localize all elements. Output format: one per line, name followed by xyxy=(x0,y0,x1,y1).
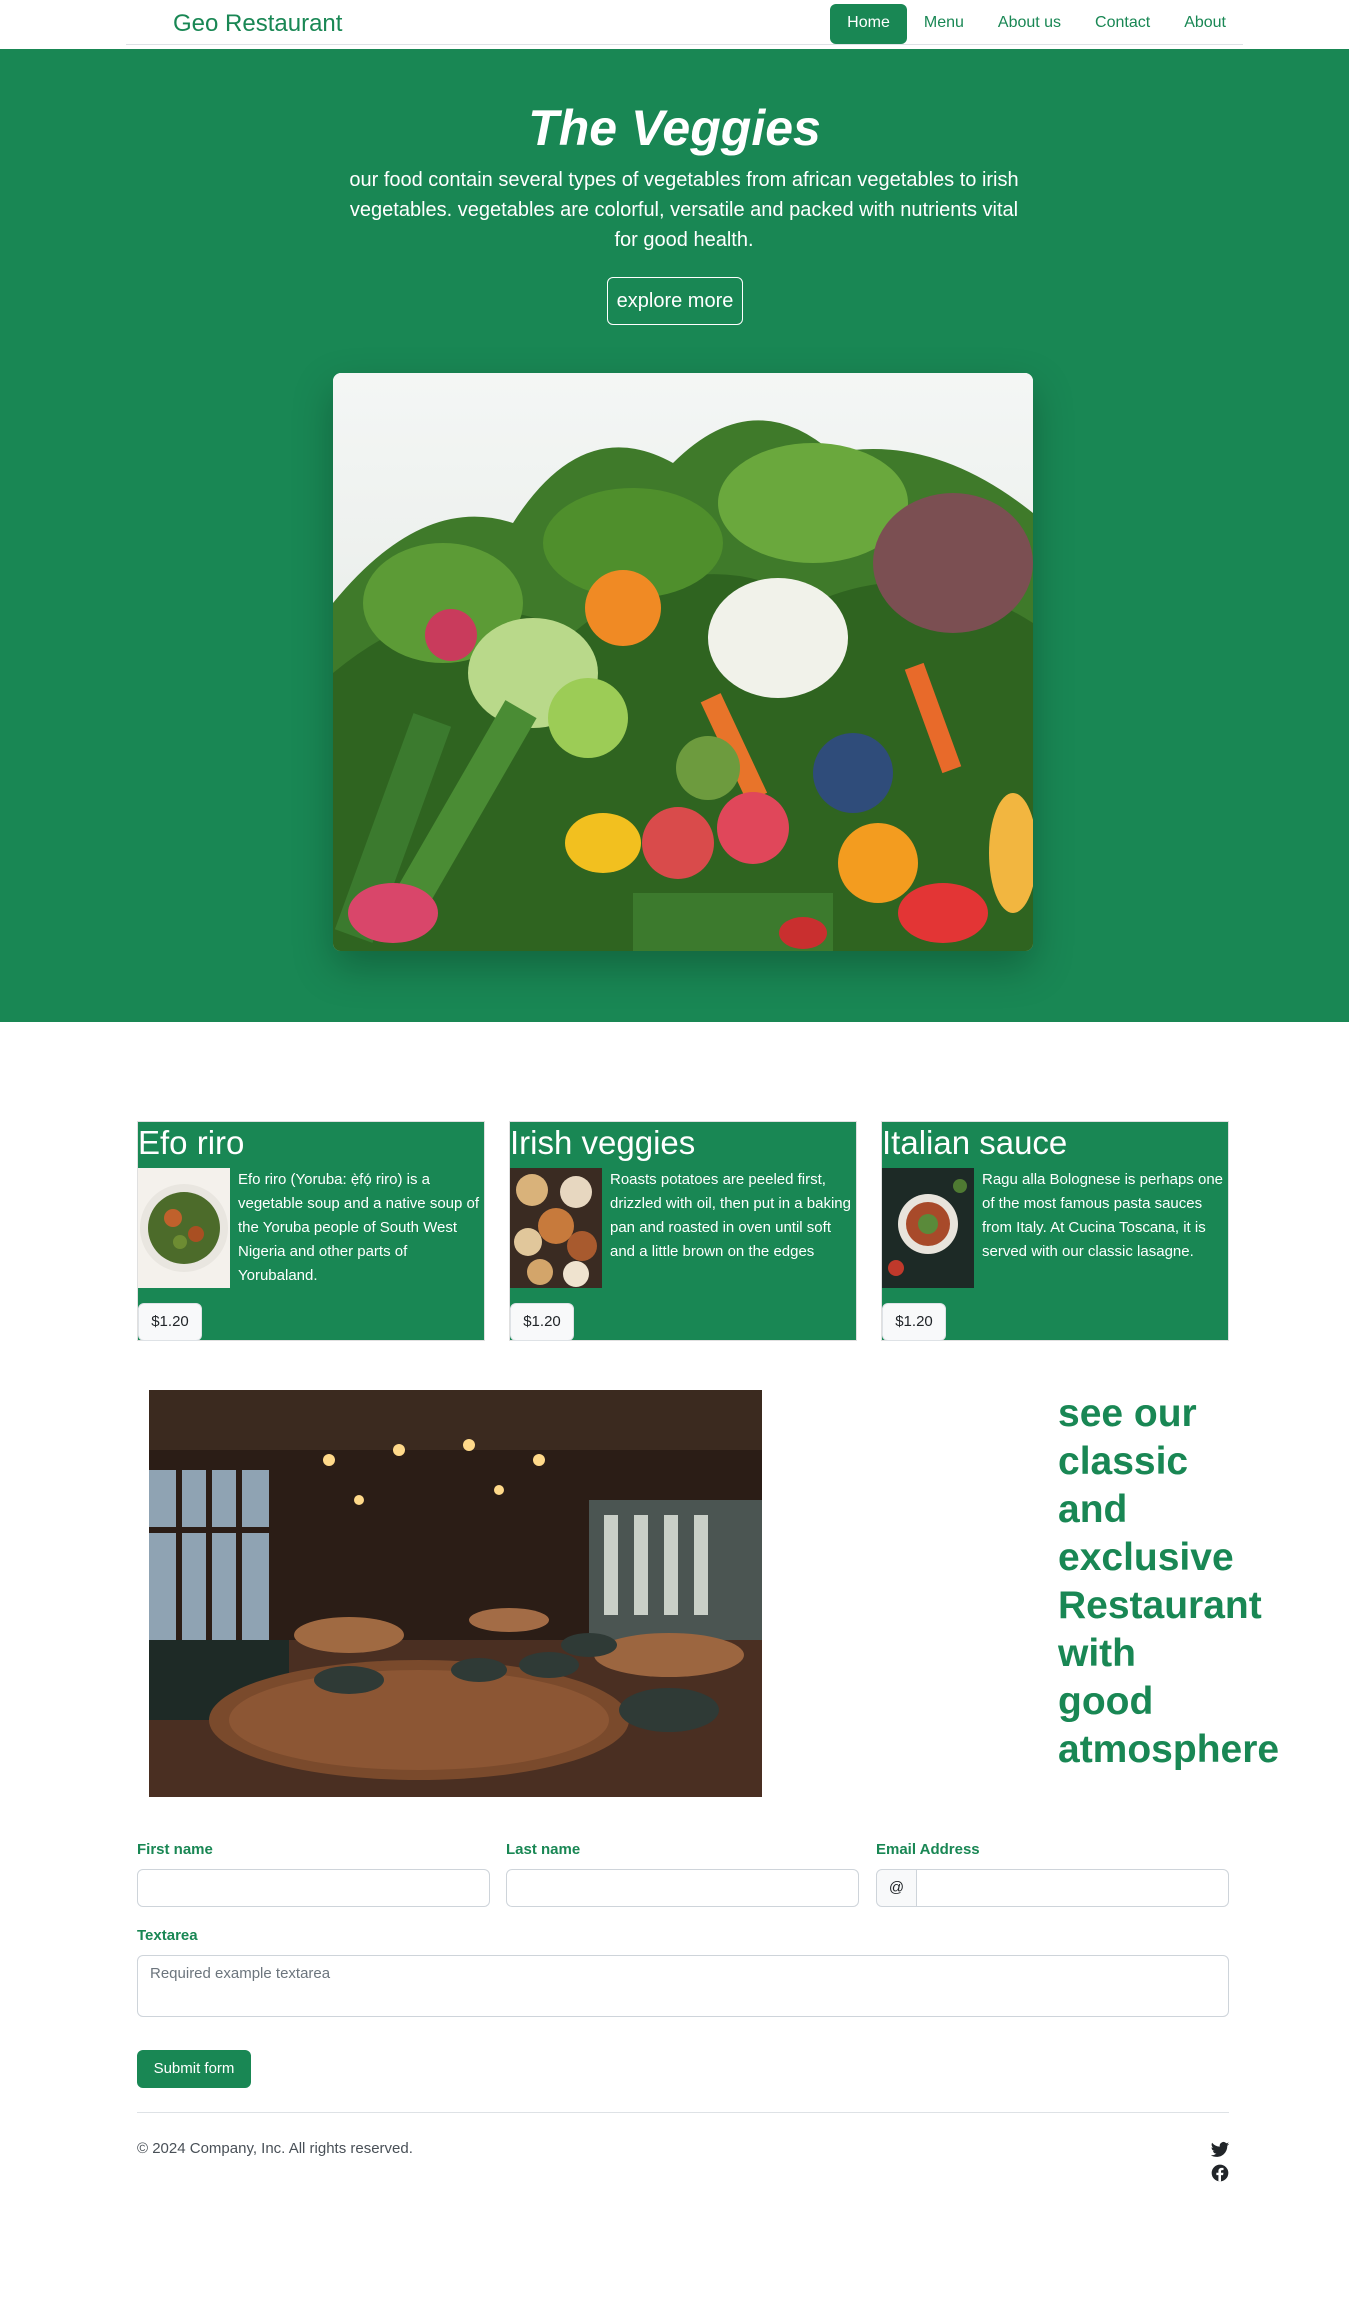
email-label: Email Address xyxy=(876,1841,980,1858)
card-description: Roasts potatoes are peeled first, drizzl… xyxy=(610,1171,851,1260)
last-name-label: Last name xyxy=(506,1841,581,1858)
promo-line: see our xyxy=(1058,1392,1197,1435)
nav-home[interactable]: Home xyxy=(830,4,907,44)
nav-links: Home Menu About us Contact About xyxy=(830,4,1243,44)
nav-contact[interactable]: Contact xyxy=(1078,4,1167,44)
price-badge[interactable]: $1.20 xyxy=(882,1303,946,1341)
last-name-input[interactable] xyxy=(506,1869,859,1907)
nav-about[interactable]: About xyxy=(1167,4,1243,44)
card-description: Efo riro (Yoruba: ẹ̀fọ́ riro) is a veget… xyxy=(238,1171,480,1284)
explore-more-button[interactable]: explore more xyxy=(607,277,743,325)
menu-card-efo-riro: Efo riro Efo riro (Yoruba: ẹ̀fọ́ riro) i… xyxy=(137,1121,485,1341)
first-name-label: First name xyxy=(137,1841,213,1858)
brand-logo[interactable]: Geo Restaurant xyxy=(173,10,342,38)
promo-line: good xyxy=(1058,1680,1154,1723)
vegetables-image xyxy=(333,373,1033,951)
restaurant-interior-image xyxy=(149,1390,762,1797)
card-title: Efo riro xyxy=(138,1124,245,1161)
card-title: Irish veggies xyxy=(510,1124,696,1161)
italian-sauce-image xyxy=(882,1168,974,1288)
menu-card-irish-veggies: Irish veggies Roasts potatoes are peeled… xyxy=(509,1121,857,1341)
textarea-label: Textarea xyxy=(137,1927,198,1944)
hero-title: The Veggies xyxy=(528,100,821,156)
navbar-divider xyxy=(126,44,1243,45)
hero-section: The Veggies our food contain several typ… xyxy=(0,49,1349,1022)
promo-heading: see our classic and exclusive Restaurant… xyxy=(1058,1390,1338,1774)
promo-line: Restaurant xyxy=(1058,1584,1262,1627)
price-badge[interactable]: $1.20 xyxy=(510,1303,574,1341)
navbar: Geo Restaurant Home Menu About us Contac… xyxy=(0,0,1349,49)
at-symbol-addon: @ xyxy=(876,1869,917,1907)
email-input[interactable] xyxy=(916,1869,1229,1907)
copyright-text: © 2024 Company, Inc. All rights reserved… xyxy=(137,2140,413,2157)
hero-description: our food contain several types of vegeta… xyxy=(349,169,1019,251)
nav-menu[interactable]: Menu xyxy=(907,4,981,44)
footer-divider xyxy=(137,2112,1229,2113)
irish-veggies-image xyxy=(510,1168,602,1288)
promo-line: atmosphere xyxy=(1058,1728,1280,1771)
submit-form-button[interactable]: Submit form xyxy=(137,2050,251,2088)
promo-line: classic xyxy=(1058,1440,1189,1483)
facebook-icon[interactable] xyxy=(1210,2163,1230,2183)
promo-line: exclusive xyxy=(1058,1536,1234,1579)
twitter-icon[interactable] xyxy=(1210,2140,1230,2160)
menu-card-italian-sauce: Italian sauce Ragu alla Bolognese is per… xyxy=(881,1121,1229,1341)
message-textarea[interactable]: Required example textarea xyxy=(137,1955,1229,2017)
first-name-input[interactable] xyxy=(137,1869,490,1907)
efo-riro-image xyxy=(138,1168,230,1288)
card-title: Italian sauce xyxy=(882,1124,1068,1161)
promo-line: with xyxy=(1058,1632,1136,1675)
nav-about-us[interactable]: About us xyxy=(981,4,1078,44)
promo-line: and xyxy=(1058,1488,1128,1531)
card-description: Ragu alla Bolognese is perhaps one of th… xyxy=(982,1171,1224,1260)
price-badge[interactable]: $1.20 xyxy=(138,1303,202,1341)
